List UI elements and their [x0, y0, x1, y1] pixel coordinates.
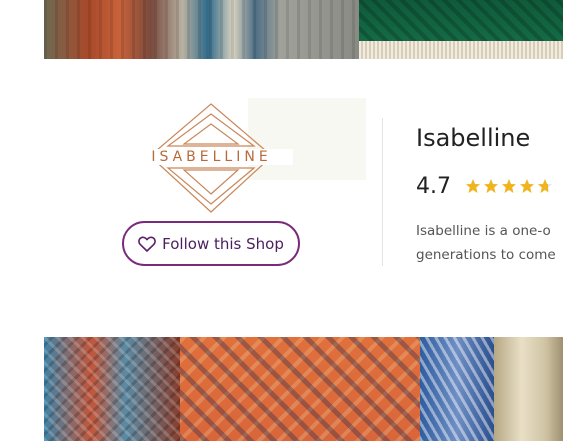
shop-description: Isabelline is a one-o generations to com…	[416, 219, 563, 267]
hero-image-top	[44, 0, 563, 59]
star-full-icon	[484, 179, 498, 193]
follow-shop-button[interactable]: Follow this Shop	[122, 221, 300, 266]
heart-outline-icon	[138, 236, 157, 252]
description-line: generations to come	[416, 247, 556, 263]
blue-rug-photo	[44, 337, 180, 441]
star-full-icon	[502, 179, 516, 193]
orange-rug-photo	[180, 337, 420, 441]
description-line: Isabelline is a one-o	[416, 223, 551, 239]
follow-button-label: Follow this Shop	[162, 234, 284, 253]
star-partial-icon	[538, 179, 552, 193]
logo-text: ISABELLINE	[130, 149, 293, 165]
rug-rolls-photo	[44, 0, 359, 59]
shop-name[interactable]: Isabelline	[416, 124, 530, 152]
rug-fringe	[359, 41, 563, 59]
star-rating	[465, 178, 553, 194]
rating-value: 4.7	[416, 174, 451, 199]
rolled-cream-rug-photo	[494, 337, 563, 441]
shop-logo[interactable]: ISABELLINE	[130, 100, 366, 218]
star-full-icon	[520, 179, 534, 193]
rolled-blue-rug-photo	[420, 337, 494, 441]
star-full-icon	[466, 179, 480, 193]
vertical-divider	[382, 118, 383, 266]
hero-image-bottom	[44, 337, 563, 441]
